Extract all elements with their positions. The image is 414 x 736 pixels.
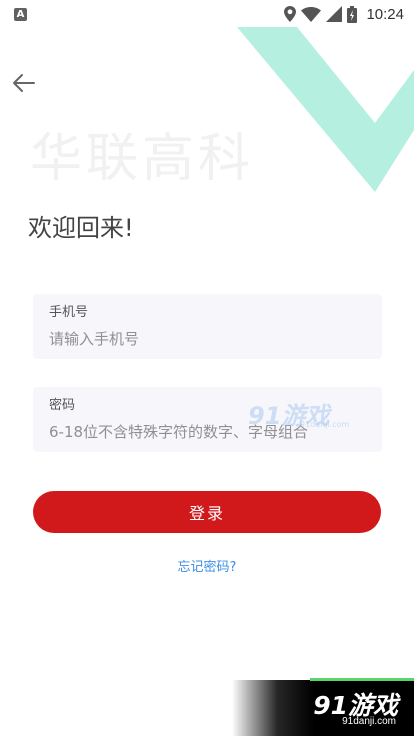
welcome-heading: 欢迎回来! — [28, 214, 134, 242]
cellular-signal-icon — [326, 6, 343, 22]
site-watermark-url: 91danji.com — [300, 420, 350, 429]
status-bar-left: A — [14, 7, 27, 21]
login-button[interactable]: 登录 — [33, 491, 381, 533]
footer-watermark-url: 91danji.com — [342, 716, 396, 727]
wifi-icon — [301, 6, 322, 22]
phone-field-card[interactable]: 手机号 — [33, 294, 382, 359]
app-notification-icon: A — [14, 7, 27, 21]
footer-accent-line — [310, 678, 414, 681]
phone-field-label: 手机号 — [49, 305, 89, 320]
battery-icon — [347, 5, 358, 23]
login-screen: A 10:24 华联高科 欢迎回来! 手机号 请输入手机号 密码 91游戏 91… — [0, 0, 414, 736]
brand-watermark-text: 华联高科 — [30, 129, 255, 189]
forgot-password-link[interactable]: 忘记密码? — [0, 556, 414, 575]
status-time: 10:24 — [366, 5, 404, 23]
back-arrow-icon[interactable] — [10, 70, 40, 96]
phone-input[interactable] — [49, 328, 366, 350]
status-bar-right: 10:24 — [284, 5, 404, 23]
decorative-check-shape — [237, 27, 414, 192]
status-bar: A 10:24 — [0, 0, 414, 28]
location-icon — [284, 6, 297, 22]
